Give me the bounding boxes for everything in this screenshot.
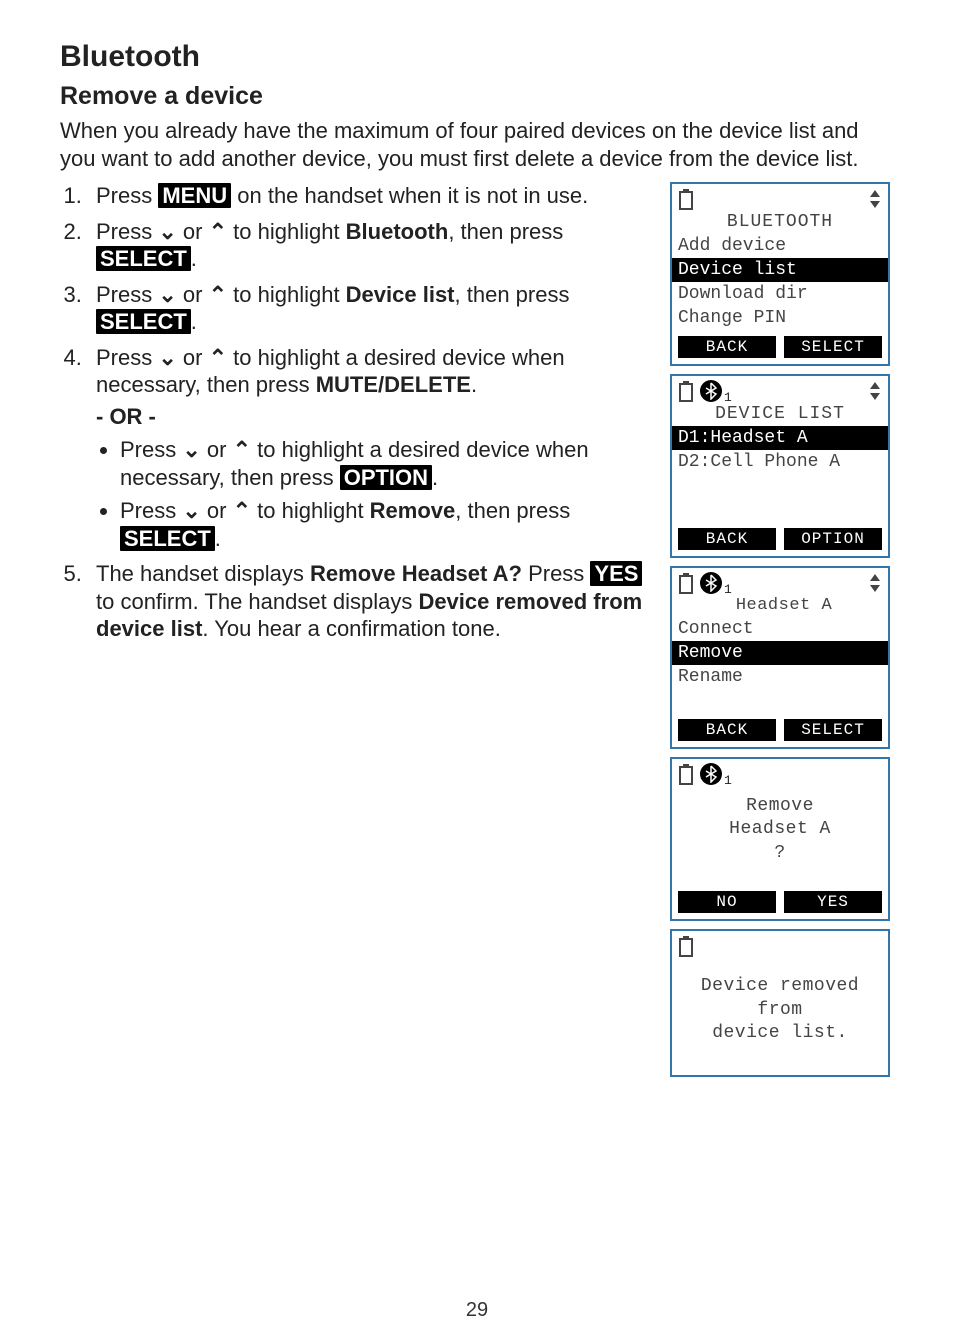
option-item-selected[interactable]: Remove — [672, 641, 888, 665]
option-item[interactable]: Rename — [672, 665, 888, 689]
chevron-up-icon: ⌃ — [233, 498, 251, 523]
step-2: Press ⌄ or ⌃ to highlight Bluetooth, the… — [88, 218, 660, 273]
steps-column: Press MENU on the handset when it is not… — [60, 182, 660, 651]
screen-title: BLUETOOTH — [672, 212, 888, 232]
screens-column: BLUETOOTH Add device Device list Downloa… — [670, 182, 890, 1077]
chevron-up-icon: ⌃ — [209, 282, 227, 307]
page-number: 29 — [0, 1299, 954, 1322]
bluetooth-icon: 1 — [700, 763, 732, 785]
chevron-down-icon: ⌄ — [158, 282, 176, 307]
screen-bluetooth-menu: BLUETOOTH Add device Device list Downloa… — [670, 182, 890, 366]
menu-button-label: MENU — [158, 183, 231, 208]
softkey-option[interactable]: OPTION — [784, 528, 882, 550]
screen-confirm-remove: 1 Remove Headset A ? NO YES — [670, 757, 890, 921]
page-title: Bluetooth — [60, 40, 894, 74]
select-button-label: SELECT — [120, 526, 215, 551]
section-title: Remove a device — [60, 82, 894, 111]
chevron-down-icon: ⌄ — [182, 437, 200, 462]
chevron-down-icon: ⌄ — [158, 219, 176, 244]
chevron-up-icon: ⌃ — [209, 219, 227, 244]
menu-item[interactable]: Download dir — [672, 282, 888, 306]
device-item[interactable]: D2:Cell Phone A — [672, 450, 888, 474]
screen-title: Headset A — [680, 596, 888, 615]
select-button-label: SELECT — [96, 246, 191, 271]
battery-icon — [678, 763, 694, 785]
step-1: Press MENU on the handset when it is not… — [88, 182, 660, 210]
scroll-arrows-icon — [868, 188, 882, 210]
chevron-down-icon: ⌄ — [182, 498, 200, 523]
yes-button-label: YES — [590, 561, 642, 586]
battery-icon — [678, 572, 694, 594]
step-4: Press ⌄ or ⌃ to highlight a desired devi… — [88, 344, 660, 553]
option-button-label: OPTION — [340, 465, 432, 490]
scroll-arrows-icon — [868, 380, 882, 402]
softkey-back[interactable]: BACK — [678, 528, 776, 550]
chevron-up-icon: ⌃ — [233, 437, 251, 462]
step-3: Press ⌄ or ⌃ to highlight Device list, t… — [88, 281, 660, 336]
step-5: The handset displays Remove Headset A? P… — [88, 560, 660, 643]
step-4a: Press ⌄ or ⌃ to highlight a desired devi… — [120, 436, 660, 491]
step-4b: Press ⌄ or ⌃ to highlight Remove, then p… — [120, 497, 660, 552]
softkey-back[interactable]: BACK — [678, 719, 776, 741]
screen-title: DEVICE LIST — [672, 404, 888, 424]
screen-device-options: 1 Headset A Connect Remove Rename BACK S… — [670, 566, 890, 749]
softkey-no[interactable]: NO — [678, 891, 776, 913]
select-button-label: SELECT — [96, 309, 191, 334]
chevron-down-icon: ⌄ — [158, 345, 176, 370]
battery-icon — [678, 380, 694, 402]
confirm-message: Remove Headset A ? — [672, 785, 888, 885]
bluetooth-icon: 1 — [700, 572, 732, 594]
menu-item-selected[interactable]: Device list — [672, 258, 888, 282]
bluetooth-icon: 1 — [700, 380, 732, 402]
screen-removed-confirmation: Device removed from device list. — [670, 929, 890, 1077]
scroll-arrows-icon — [868, 572, 882, 594]
softkey-yes[interactable]: YES — [784, 891, 882, 913]
screen-device-list: 1 DEVICE LIST D1:Headset A D2:Cell Phone… — [670, 374, 890, 558]
menu-item[interactable]: Change PIN — [672, 306, 888, 330]
intro-text: When you already have the maximum of fou… — [60, 117, 894, 172]
softkey-back[interactable]: BACK — [678, 336, 776, 358]
status-message: Device removed from device list. — [672, 957, 888, 1075]
battery-icon — [678, 188, 694, 210]
battery-icon — [678, 935, 694, 957]
device-item-selected[interactable]: D1:Headset A — [672, 426, 888, 450]
or-label: - OR - — [96, 403, 660, 431]
softkey-select[interactable]: SELECT — [784, 719, 882, 741]
option-item[interactable]: Connect — [672, 617, 888, 641]
menu-item[interactable]: Add device — [672, 234, 888, 258]
chevron-up-icon: ⌃ — [209, 345, 227, 370]
softkey-select[interactable]: SELECT — [784, 336, 882, 358]
